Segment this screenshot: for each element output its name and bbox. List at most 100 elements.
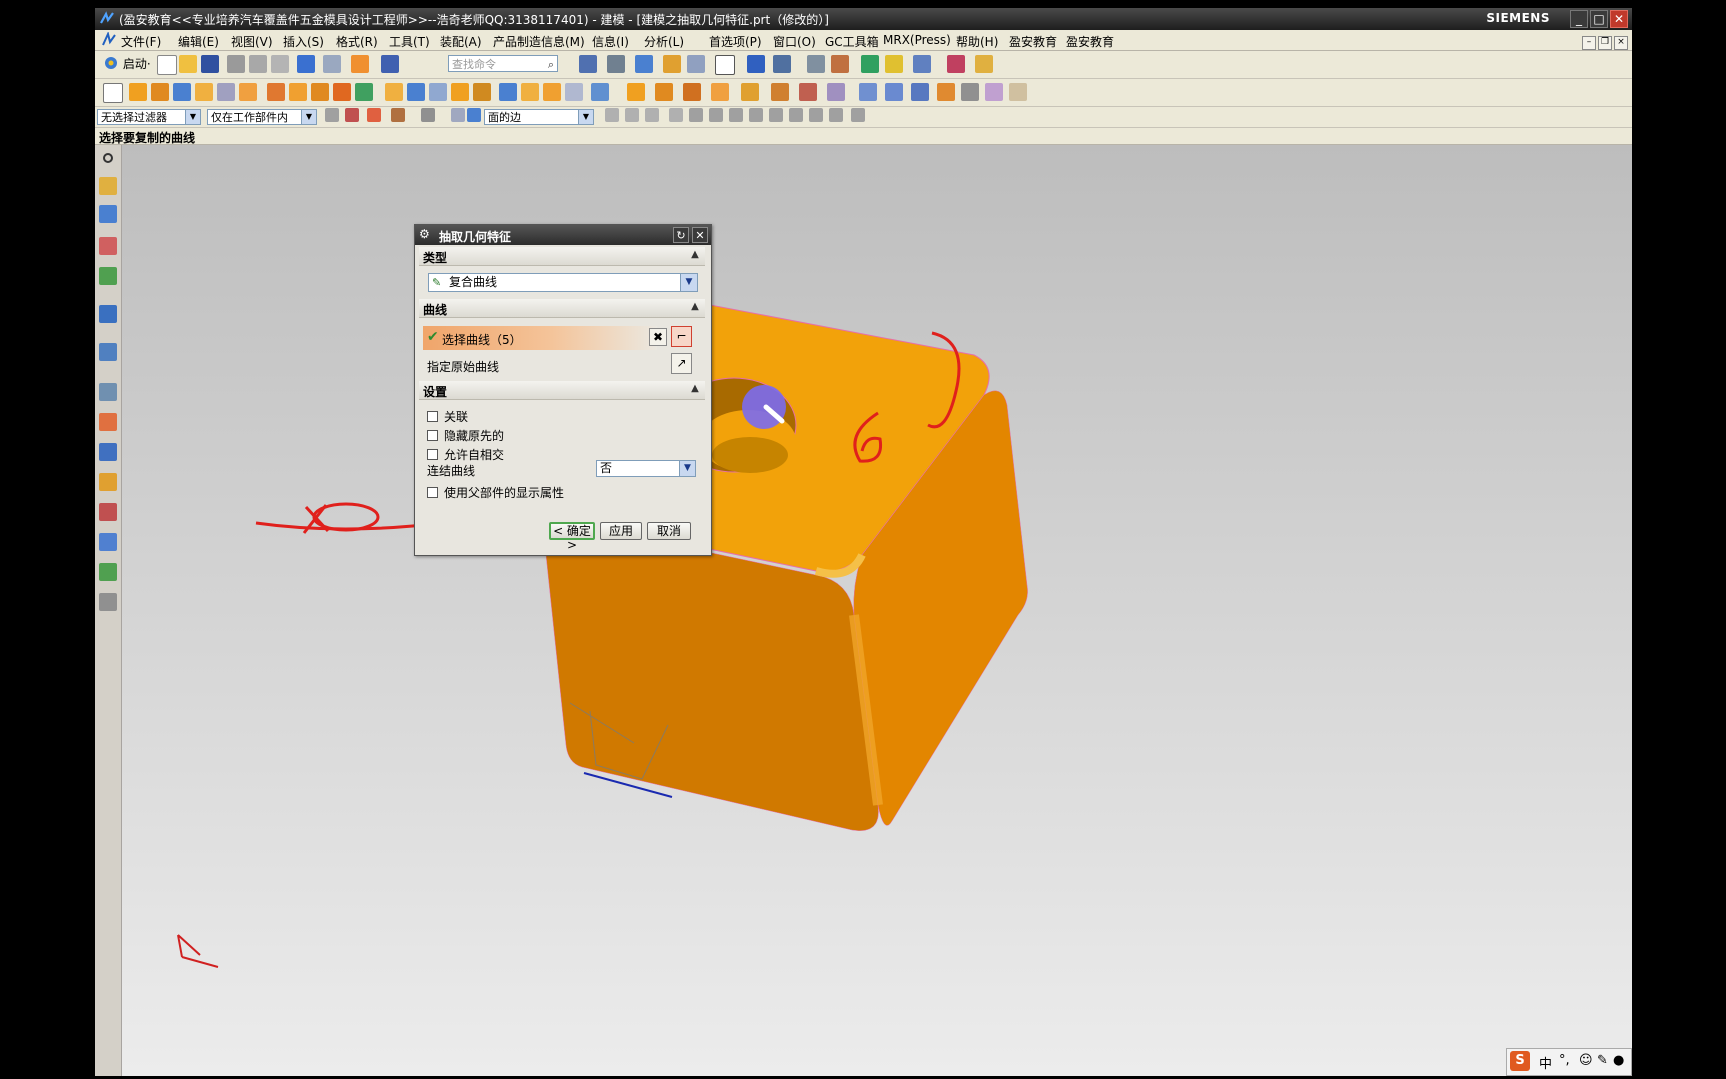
collapse-icon[interactable]: ▲ — [689, 300, 701, 314]
split-body-icon[interactable] — [451, 83, 469, 101]
dialog-close-icon[interactable]: ✕ — [692, 227, 708, 243]
sync-pattern-icon[interactable] — [827, 83, 845, 101]
orient-view-icon[interactable] — [635, 55, 653, 73]
intersect-icon[interactable] — [311, 83, 329, 101]
ime-emoji-icon[interactable]: ☺ — [1579, 1053, 1593, 1068]
unite-icon[interactable] — [267, 83, 285, 101]
fit-view-icon[interactable] — [579, 55, 597, 73]
mdi-restore-icon[interactable]: ❐ — [1598, 36, 1612, 50]
menu-file[interactable]: 文件(F) — [121, 33, 161, 50]
edge-blend-icon[interactable] — [333, 83, 351, 101]
boss-icon[interactable] — [239, 83, 257, 101]
section-type[interactable]: 类型 ▲ — [419, 247, 705, 266]
sync-offset-icon[interactable] — [683, 83, 701, 101]
revolve-icon[interactable] — [151, 83, 169, 101]
point-on-curve-snap-icon[interactable] — [809, 108, 823, 122]
ime-mic-icon[interactable]: ● — [1613, 1053, 1624, 1068]
select-all-icon[interactable] — [345, 108, 359, 122]
use-parent-display-checkbox[interactable] — [427, 487, 438, 498]
palette-tab-icon[interactable] — [99, 593, 117, 611]
arc-center-snap-icon[interactable] — [749, 108, 763, 122]
select-bodies-icon[interactable] — [391, 108, 405, 122]
menu-help[interactable]: 帮助(H) — [956, 33, 998, 50]
point-on-surface-snap-icon[interactable] — [829, 108, 843, 122]
copy-icon[interactable] — [249, 55, 267, 73]
reuse-library-tab-icon[interactable] — [99, 267, 117, 285]
menu-edit[interactable]: 编辑(E) — [178, 33, 219, 50]
extrude-icon[interactable] — [129, 83, 147, 101]
move-object-icon[interactable] — [747, 55, 765, 73]
paste-icon[interactable] — [271, 55, 289, 73]
electrode-navigator-tab-icon[interactable] — [99, 563, 117, 581]
offset-face-icon[interactable] — [473, 83, 491, 101]
snap-point-icon[interactable] — [947, 55, 965, 73]
open-folder-icon[interactable] — [179, 55, 197, 73]
cylinder-icon[interactable] — [195, 83, 213, 101]
follow-fillet-icon[interactable] — [625, 108, 639, 122]
menu-assembly[interactable]: 装配(A) — [440, 33, 482, 50]
ime-language[interactable]: 中 — [1539, 1053, 1552, 1072]
transform-icon[interactable] — [913, 55, 931, 73]
sogou-logo-icon[interactable]: S — [1510, 1051, 1530, 1071]
menu-analysis[interactable]: 分析(L) — [644, 33, 684, 50]
die-wizard-icon[interactable] — [985, 83, 1003, 101]
select-features-icon[interactable] — [367, 108, 381, 122]
sync-move-face-icon[interactable] — [627, 83, 645, 101]
collapse-icon[interactable]: ▲ — [689, 248, 701, 262]
electrode-icon[interactable] — [961, 83, 979, 101]
ok-button[interactable]: < 确定 > — [549, 522, 595, 552]
gear-icon[interactable]: ⚙ — [419, 227, 433, 241]
draft-icon[interactable] — [407, 83, 425, 101]
mdi-close-icon[interactable]: × — [1614, 36, 1628, 50]
mid-point-snap-icon[interactable] — [689, 108, 703, 122]
new-file-icon[interactable] — [157, 55, 177, 75]
die-navigator-tab-icon[interactable] — [99, 533, 117, 551]
curve-rule-icon[interactable]: ⌐ — [671, 326, 692, 347]
show-hide-icon[interactable] — [451, 108, 465, 122]
chamfer-icon[interactable] — [355, 83, 373, 101]
process-studio-tab-icon[interactable] — [99, 443, 117, 461]
menu-gc-toolbox[interactable]: GC工具箱 — [825, 33, 879, 50]
web-browser-tab-icon[interactable] — [99, 305, 117, 323]
collapse-icon[interactable]: ▲ — [689, 382, 701, 396]
sync-group-icon[interactable] — [859, 83, 877, 101]
curve-rule-select[interactable]: 面的边 ▼ — [484, 109, 594, 125]
block-icon[interactable] — [173, 83, 191, 101]
minimize-button[interactable]: _ — [1570, 10, 1588, 28]
mold-wizard-icon[interactable] — [937, 83, 955, 101]
mdi-minimize-icon[interactable]: – — [1582, 36, 1596, 50]
section-curve[interactable]: 曲线 ▲ — [419, 299, 705, 318]
graphics-window[interactable] — [122, 145, 1632, 1076]
sew-icon[interactable] — [565, 83, 583, 101]
intersection-snap-icon[interactable] — [729, 108, 743, 122]
sync-constrain-icon[interactable] — [799, 83, 817, 101]
menu-window[interactable]: 窗口(O) — [773, 33, 816, 50]
trim-body-icon[interactable] — [429, 83, 447, 101]
wcs-icon[interactable] — [687, 55, 705, 73]
menu-pmi[interactable]: 产品制造信息(M) — [493, 33, 585, 50]
control-point-snap-icon[interactable] — [709, 108, 723, 122]
system-materials-tab-icon[interactable] — [99, 383, 117, 401]
menu-info[interactable]: 信息(I) — [592, 33, 629, 50]
extract-geometry-icon[interactable] — [543, 83, 561, 101]
render-style-icon[interactable] — [607, 55, 625, 73]
type-select[interactable]: ✎ 复合曲线 ▼ — [428, 273, 698, 292]
end-point-snap-icon[interactable] — [669, 108, 683, 122]
snap-settings-icon[interactable] — [851, 108, 865, 122]
redo-icon[interactable] — [323, 55, 341, 73]
start-button[interactable]: 启动· — [103, 55, 151, 72]
mold-navigator-tab-icon[interactable] — [99, 503, 117, 521]
analysis-tool-icon[interactable] — [831, 55, 849, 73]
menu-insert[interactable]: 插入(S) — [283, 33, 324, 50]
curve-icon[interactable] — [885, 83, 903, 101]
comment-icon[interactable] — [1009, 83, 1027, 101]
part-navigator-tab-icon[interactable] — [99, 237, 117, 255]
rectangle-select-icon[interactable] — [421, 108, 435, 122]
hole-icon[interactable] — [217, 83, 235, 101]
menu-preferences[interactable]: 首选项(P) — [709, 33, 762, 50]
subtract-icon[interactable] — [289, 83, 307, 101]
quadrant-snap-icon[interactable] — [769, 108, 783, 122]
surface-icon[interactable] — [911, 83, 929, 101]
snap-view-icon[interactable] — [773, 55, 791, 73]
ime-pen-icon[interactable]: ✎ — [1597, 1053, 1608, 1068]
